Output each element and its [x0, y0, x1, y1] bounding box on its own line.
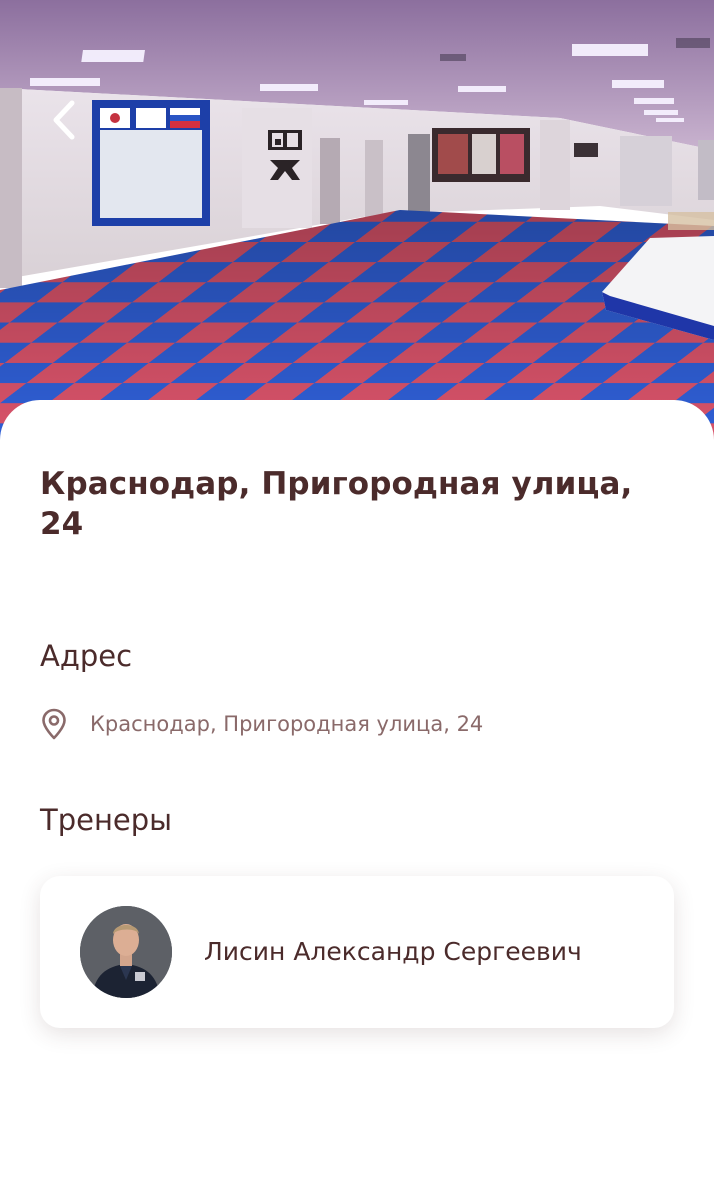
coach-card[interactable]: Лисин Александр Сергеевич — [40, 876, 674, 1028]
address-row[interactable]: Краснодар, Пригородная улица, 24 — [40, 706, 483, 742]
address-heading: Адрес — [40, 639, 133, 673]
page-title: Краснодар, Пригородная улица, 24 — [40, 466, 633, 542]
chevron-left-icon — [53, 100, 75, 140]
back-button[interactable] — [40, 94, 88, 146]
coach-name: Лисин Александр Сергеевич — [204, 937, 582, 966]
hero-photo — [0, 0, 714, 440]
address-value: Краснодар, Пригородная улица, 24 — [90, 712, 484, 736]
avatar — [80, 906, 172, 998]
map-pin-icon — [42, 708, 66, 740]
club-details-screen: Краснодар, Пригородная улица, 24 Адрес К… — [0, 0, 714, 1182]
coaches-heading: Тренеры — [40, 803, 173, 837]
details-sheet: Краснодар, Пригородная улица, 24 Адрес К… — [0, 400, 714, 1182]
